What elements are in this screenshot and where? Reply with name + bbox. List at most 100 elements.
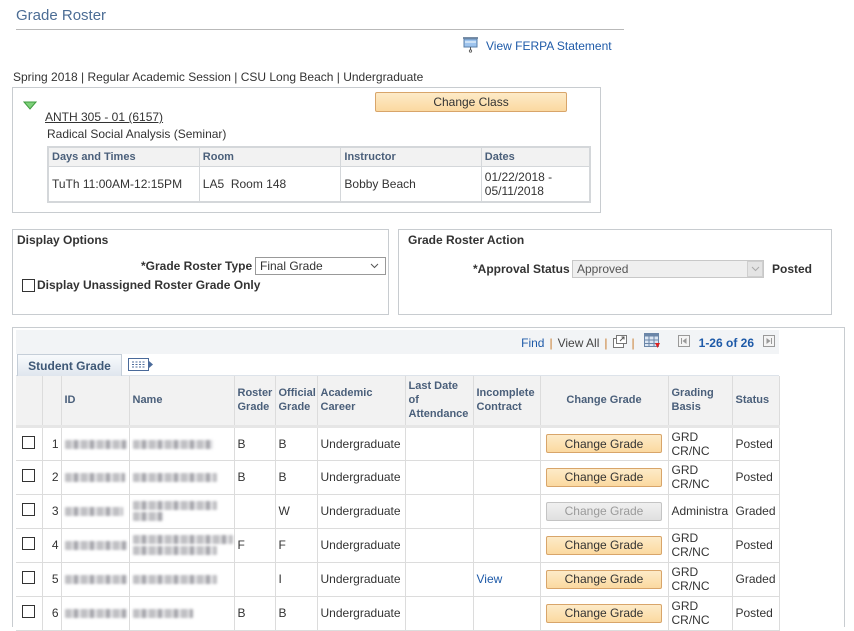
grade-roster-action-title: Grade Roster Action <box>408 233 525 247</box>
change-grade-button[interactable]: Change Grade <box>546 603 662 623</box>
view-all-link[interactable]: View All <box>558 336 600 350</box>
official-grade-cell: B <box>275 460 318 495</box>
dates-value: 01/22/2018 - 05/11/2018 <box>481 166 591 202</box>
collapse-triangle-icon[interactable] <box>22 100 38 114</box>
grade-roster-type-select[interactable]: Final Grade <box>255 257 386 275</box>
incomplete-contract-cell <box>473 596 541 631</box>
change-grade-button[interactable]: Change Grade <box>546 535 662 555</box>
change-grade-button[interactable]: Change Grade <box>546 569 662 589</box>
new-window-icon[interactable] <box>612 334 627 351</box>
nav-separator: | <box>604 335 608 350</box>
col-dates: Dates <box>481 147 591 167</box>
chevron-down-icon <box>367 259 381 273</box>
student-id-cell <box>61 460 130 495</box>
status-cell: Graded <box>732 494 780 529</box>
last-date-cell <box>405 596 474 631</box>
academic-career-cell: Undergraduate <box>317 426 406 461</box>
grid-tab-strip: Student Grade <box>16 354 779 378</box>
col-status[interactable]: Status <box>732 376 780 428</box>
col-academic-career[interactable]: Academic Career <box>317 376 406 428</box>
select-cell <box>16 562 43 597</box>
change-grade-cell: Change Grade <box>540 426 669 461</box>
grade-roster-type-value: Final Grade <box>260 259 323 273</box>
view-incomplete-link[interactable]: View <box>477 572 503 586</box>
col-days-times: Days and Times <box>48 147 200 167</box>
official-grade-cell: I <box>275 562 318 597</box>
redacted-id <box>64 609 127 619</box>
row-select-checkbox[interactable] <box>22 503 36 516</box>
row-count: 1-26 of 26 <box>698 335 754 350</box>
chevron-down-icon <box>747 261 763 277</box>
incomplete-contract-cell: View <box>473 562 541 597</box>
student-name-cell <box>129 494 235 529</box>
change-class-button[interactable]: Change Class <box>375 92 567 112</box>
col-change-grade: Change Grade <box>540 376 669 428</box>
ferpa-link-group[interactable]: View FERPA Statement <box>462 36 612 56</box>
change-grade-button[interactable]: Change Grade <box>546 434 662 453</box>
col-name[interactable]: Name <box>129 376 235 428</box>
title-divider <box>16 29 624 30</box>
official-grade-cell: B <box>275 426 318 461</box>
col-incomplete-contract[interactable]: Incomplete Contract <box>473 376 541 428</box>
redacted-name <box>132 546 217 555</box>
row-select-checkbox[interactable] <box>22 469 36 482</box>
row-select-checkbox[interactable] <box>22 537 36 550</box>
meeting-table: Days and Times Room Instructor Dates TuT… <box>47 146 591 203</box>
posted-status-text: Posted <box>772 262 813 276</box>
row-select-checkbox[interactable] <box>22 571 36 584</box>
find-link[interactable]: Find <box>521 336 544 350</box>
table-row: 1 B B Undergraduate Change Grade GRD CR/NC Pos… <box>16 426 780 461</box>
col-select <box>16 376 43 428</box>
redacted-name <box>132 535 233 544</box>
last-date-cell <box>405 460 474 495</box>
table-row: 3 W Undergraduate Change Grade Administra Gra… <box>16 494 780 529</box>
col-grading-basis[interactable]: Grading Basis <box>668 376 733 428</box>
table-row: 2 B B Undergraduate Change Grade GRD CR/NC Pos… <box>16 460 780 495</box>
student-id-cell <box>61 494 130 529</box>
class-description: Radical Social Analysis (Seminar) <box>47 127 227 141</box>
first-page-icon[interactable] <box>677 335 690 350</box>
roster-grade-cell <box>234 494 276 529</box>
roster-grade-cell <box>234 562 276 597</box>
display-options-box: Display Options *Grade Roster Type Final… <box>12 229 389 315</box>
class-section-link[interactable]: ANTH 305 - 01 (6157) <box>45 110 163 124</box>
select-cell <box>16 596 43 631</box>
row-select-checkbox[interactable] <box>22 605 36 618</box>
unassigned-only-label: Display Unassigned Roster Grade Only <box>37 278 261 292</box>
page-title: Grade Roster <box>16 7 107 24</box>
grading-basis-cell: GRD CR/NC <box>668 460 733 495</box>
redacted-id <box>64 439 127 449</box>
redacted-id <box>64 541 127 551</box>
academic-career-cell: Undergraduate <box>317 460 406 495</box>
tab-student-grade[interactable]: Student Grade <box>17 354 122 376</box>
grade-roster-type-label: *Grade Roster Type <box>141 259 253 273</box>
unassigned-only-option[interactable]: Display Unassigned Roster Grade Only <box>22 278 260 292</box>
col-roster-grade[interactable]: Roster Grade <box>234 376 276 428</box>
grading-basis-cell: Administra <box>668 494 733 529</box>
grading-basis-cell: GRD CR/NC <box>668 426 733 461</box>
show-all-columns-icon[interactable] <box>128 358 154 374</box>
change-grade-cell: Change Grade <box>540 562 669 597</box>
student-name-cell <box>129 596 235 631</box>
col-official-grade[interactable]: Official Grade <box>275 376 318 428</box>
row-select-checkbox[interactable] <box>22 435 36 449</box>
official-grade-cell: F <box>275 528 318 563</box>
col-last-date-attendance[interactable]: Last Date of Attendance <box>405 376 474 428</box>
unassigned-only-checkbox[interactable] <box>22 278 35 292</box>
download-grid-icon[interactable] <box>643 333 661 352</box>
view-ferpa-link[interactable]: View FERPA Statement <box>486 39 612 53</box>
grading-basis-cell: GRD CR/NC <box>668 596 733 631</box>
last-page-icon[interactable] <box>763 335 775 350</box>
room-value: LA5 Room 148 <box>199 166 342 202</box>
academic-career-cell: Undergraduate <box>317 562 406 597</box>
col-id[interactable]: ID <box>61 376 130 428</box>
table-row: 4 F F Undergraduate Change Grade GRD CR/NC Pos… <box>16 528 780 563</box>
incomplete-contract-cell <box>473 426 541 461</box>
grid-nav-controls: Find | View All | | 1-26 of 26 <box>521 333 779 352</box>
change-grade-button[interactable]: Change Grade <box>546 467 662 487</box>
redacted-name <box>132 501 217 510</box>
official-grade-cell: B <box>275 596 318 631</box>
change-grade-cell: Change Grade <box>540 596 669 631</box>
academic-career-cell: Undergraduate <box>317 528 406 563</box>
col-room: Room <box>199 147 342 167</box>
